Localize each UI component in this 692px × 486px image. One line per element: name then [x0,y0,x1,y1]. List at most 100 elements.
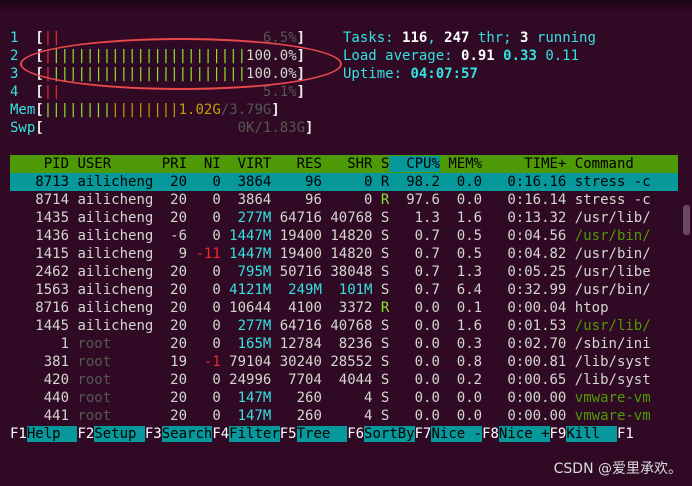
cell-command: /usr/bin/ [566,228,651,244]
cell-virt: 277M [220,318,272,334]
cell-virt: 10644 [220,300,272,316]
cell-res: 64716 [271,318,322,334]
uptime: Uptime: 04:07:57 [343,65,478,83]
process-row[interactable]: 1435 ailicheng 20 0 277M 64716 40768 S 1… [10,209,678,227]
fkey-label-1[interactable]: Setup [94,426,145,442]
cell-time: 0:05.25 [482,264,567,280]
col-user-header[interactable]: USER [69,156,153,172]
cell-user: root [69,354,154,370]
fkey-label-7[interactable]: Nice + [498,426,550,442]
process-row[interactable]: 1 root 20 0 165M 12784 8236 S 0.0 0.3 0:… [10,335,678,353]
cell-virt: 147M [220,390,272,406]
cell-ni: -1 [187,354,221,370]
process-row[interactable]: 1415 ailicheng 9 -11 1447M 19400 14820 S… [10,245,678,263]
col-mem-header[interactable]: MEM% [440,156,482,172]
process-row[interactable]: 8716 ailicheng 20 0 10644 4100 3372 R 0.… [10,299,678,317]
cell-mem: 1.6 [439,318,483,334]
cell-mem: 0.8 [439,354,483,370]
fkey-label-0[interactable]: Help [26,426,78,442]
cell-time: 0:16.14 [482,192,567,208]
cell-state: R [372,300,390,316]
cell-cpu: 0.0 [389,318,440,334]
cell-virt: 147M [220,408,272,424]
cell-user: root [69,336,154,352]
col-res-header[interactable]: RES [271,156,322,172]
mem-label: Mem [10,102,36,118]
selected-process-row[interactable]: 8713 ailicheng 20 0 3864 96 0 R 98.2 0.0… [10,173,678,191]
cell-shr: 3372 [321,300,373,316]
process-row[interactable]: 1436 ailicheng -6 0 1447M 19400 14820 S … [10,227,678,245]
cell-user: ailicheng [69,192,154,208]
cell-virt: 277M [220,210,272,226]
process-table-header[interactable]: PID USER PRI NI VIRT RES SHR S CPU% MEM%… [10,155,678,173]
fkey-label-4[interactable]: Tree [296,426,348,442]
col-shr-header[interactable]: SHR [322,156,372,172]
cell-command: /usr/lib/ [566,318,651,334]
process-row[interactable]: 2462 ailicheng 20 0 795M 50716 38048 S 0… [10,263,678,281]
cell-res: 96 [271,174,322,190]
fkey-label-3[interactable]: Filter [229,426,280,442]
cell-cpu: 1.3 [389,210,440,226]
cell-shr: 40768 [321,210,373,226]
cell-res: 249M [271,282,322,298]
col-time-header[interactable]: TIME+ [482,156,566,172]
cell-virt: 4121M [220,282,272,298]
cell-shr: 4044 [321,372,373,388]
col-pid-header[interactable]: PID [10,156,69,172]
cell-pri: 9 [153,246,188,262]
cell-time: 0:04.82 [482,246,567,262]
swap-total: /1.83G [254,120,306,136]
process-row[interactable]: 441 root 20 0 147M 260 4 S 0.0 0.0 0:00.… [10,407,678,425]
fkey-label-8[interactable]: Kill [566,426,617,442]
cell-cpu: 0.0 [389,390,440,406]
cell-mem: 1.6 [439,210,483,226]
cell-state: S [372,372,390,388]
cell-pri: 20 [153,300,188,316]
col-state-header[interactable]: S [372,156,389,172]
col-command-header[interactable]: Command [566,156,650,172]
cell-user: ailicheng [69,264,154,280]
cell-ni: 0 [187,264,221,280]
tasks-summary: Tasks: 116, 247 thr; 3 running [343,30,596,46]
process-row[interactable]: 440 root 20 0 147M 260 4 S 0.0 0.0 0:00.… [10,389,678,407]
cell-time: 0:00.65 [482,372,567,388]
cell-shr: 38048 [321,264,373,280]
cell-pid: 441 [10,408,70,424]
process-row[interactable]: 381 root 19 -1 79104 30240 28552 S 0.0 0… [10,353,678,371]
cell-res: 19400 [271,228,322,244]
col-cpu-header[interactable]: CPU% [389,156,440,172]
col-pri-header[interactable]: PRI [153,156,187,172]
cell-ni: -11 [187,246,221,262]
cell-shr: 4 [321,408,373,424]
cell-ni: 0 [187,210,221,226]
cell-cpu: 0.0 [389,354,440,370]
fkey-label-2[interactable]: Search [161,426,213,442]
swap-label: Swp [10,120,36,136]
fkey-f9: F9 [549,426,567,442]
cell-state: S [372,336,390,352]
fkey-f1: F1 [616,426,634,442]
col-virt-header[interactable]: VIRT [221,156,272,172]
cell-cpu: 98.2 [389,174,440,190]
cell-res: 260 [271,408,322,424]
cell-shr: 14820 [321,246,373,262]
col-ni-header[interactable]: NI [187,156,221,172]
fkey-label-6[interactable]: Nice - [431,426,483,442]
cell-mem: 0.0 [439,192,483,208]
cell-state: S [372,354,390,370]
cell-pid: 381 [10,354,70,370]
cell-state: S [372,318,390,334]
cell-cpu: 0.0 [389,372,440,388]
cell-pri: 20 [153,264,188,280]
process-row[interactable]: 1445 ailicheng 20 0 277M 64716 40768 S 0… [10,317,678,335]
process-row[interactable]: 1563 ailicheng 20 0 4121M 249M 101M S 0.… [10,281,678,299]
cell-pri: 20 [153,318,188,334]
cell-res: 64716 [271,210,322,226]
fkey-f2: F2 [77,426,95,442]
scrollbar[interactable] [683,205,690,235]
process-row[interactable]: 8714 ailicheng 20 0 3864 96 0 R 97.6 0.0… [10,191,678,209]
cell-pri: 19 [153,354,188,370]
process-row[interactable]: 420 root 20 0 24996 7704 4044 S 0.0 0.2 … [10,371,678,389]
cell-ni: 0 [187,282,221,298]
fkey-label-5[interactable]: SortBy [364,426,415,442]
